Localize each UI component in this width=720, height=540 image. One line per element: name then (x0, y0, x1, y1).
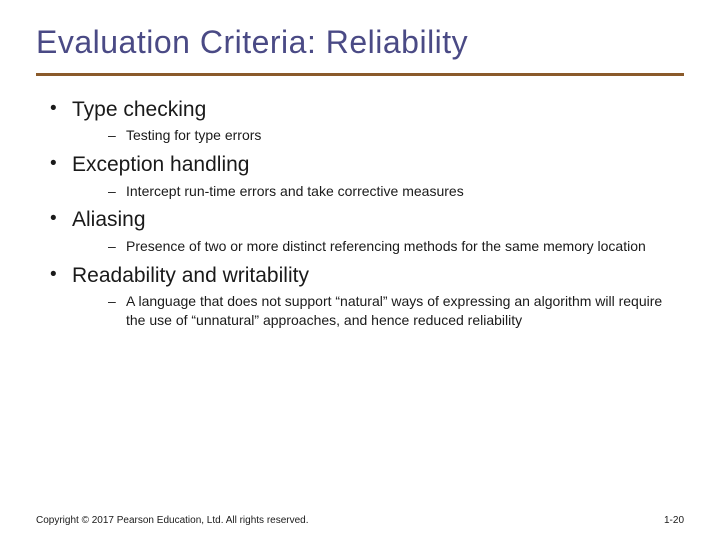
list-item: Readability and writability A language t… (50, 262, 684, 330)
page-number: 1-20 (664, 515, 684, 526)
list-item: Aliasing Presence of two or more distinc… (50, 206, 684, 255)
sub-item: A language that does not support “natura… (108, 292, 684, 330)
bullet-list: Type checking Testing for type errors Ex… (36, 96, 684, 330)
sub-list: Testing for type errors (50, 126, 684, 145)
bullet-topic: Exception handling (50, 151, 684, 179)
sub-item: Presence of two or more distinct referen… (108, 237, 684, 256)
sub-item: Testing for type errors (108, 126, 684, 145)
bullet-topic: Type checking (50, 96, 684, 124)
list-item: Type checking Testing for type errors (50, 96, 684, 145)
sub-list: A language that does not support “natura… (50, 292, 684, 330)
copyright-text: Copyright © 2017 Pearson Education, Ltd.… (36, 515, 309, 526)
title-underline (36, 73, 684, 76)
slide-footer: Copyright © 2017 Pearson Education, Ltd.… (36, 515, 684, 526)
sub-list: Intercept run-time errors and take corre… (50, 182, 684, 201)
list-item: Exception handling Intercept run-time er… (50, 151, 684, 200)
slide-title: Evaluation Criteria: Reliability (36, 24, 684, 61)
sub-item: Intercept run-time errors and take corre… (108, 182, 684, 201)
bullet-topic: Readability and writability (50, 262, 684, 290)
bullet-topic: Aliasing (50, 206, 684, 234)
sub-list: Presence of two or more distinct referen… (50, 237, 684, 256)
